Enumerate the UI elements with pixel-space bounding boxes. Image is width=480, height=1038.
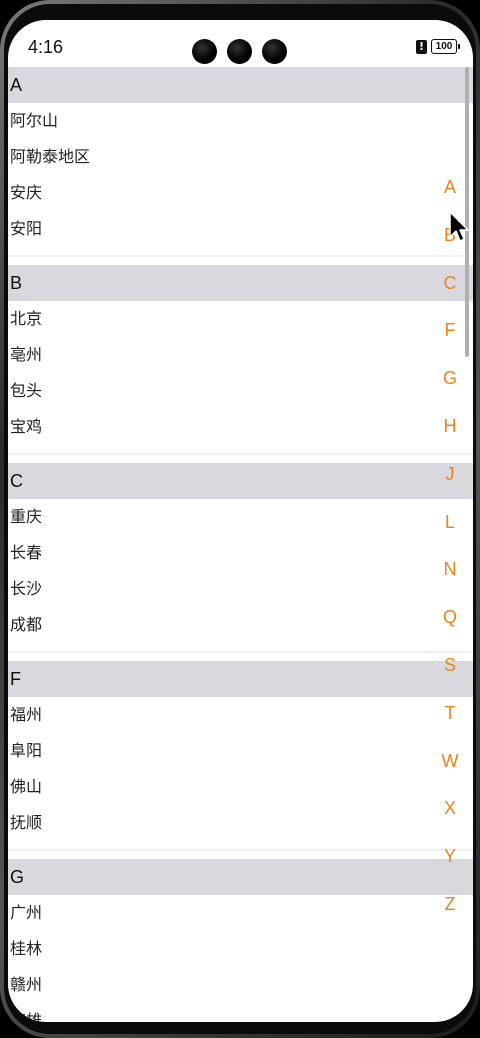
index-letter-s[interactable]: S — [430, 651, 470, 699]
city-list-item[interactable]: 长沙 — [8, 571, 473, 607]
city-list-item[interactable]: 成都 — [8, 607, 473, 643]
index-letter-y[interactable]: Y — [430, 842, 470, 890]
city-list-item[interactable]: 阿勒泰地区 — [8, 139, 473, 175]
city-list-item[interactable]: 抚顺 — [8, 805, 473, 841]
index-letter-z[interactable]: Z — [430, 890, 470, 938]
battery-icon: 100 — [431, 39, 460, 54]
city-list-item[interactable]: 福州 — [8, 697, 473, 733]
index-letter-c[interactable]: C — [430, 269, 470, 317]
section-a: A 阿尔山 阿勒泰地区 安庆 安阳 — [8, 67, 473, 257]
city-list-item[interactable]: 亳州 — [8, 337, 473, 373]
screen: 4:16 ! 100 A 阿尔山 阿勒泰地区 安庆 安阳 B 北京 亳州 包头 宝鸡 C 重庆 长春 长沙… — [8, 20, 473, 1022]
section-header: G — [8, 859, 473, 895]
city-list-item[interactable]: 安阳 — [8, 211, 473, 247]
index-letter-h[interactable]: H — [430, 412, 470, 460]
section-header: B — [8, 265, 473, 301]
phone-frame: 4:16 ! 100 A 阿尔山 阿勒泰地区 安庆 安阳 B 北京 亳州 包头 宝鸡 C 重庆 长春 长沙… — [0, 0, 480, 1038]
camera-lens-icon — [227, 39, 252, 64]
index-letter-j[interactable]: J — [430, 460, 470, 508]
city-list-item[interactable]: 北京 — [8, 301, 473, 337]
city-list-item[interactable]: 阜阳 — [8, 733, 473, 769]
section-divider — [8, 445, 473, 455]
alphabet-index-bar[interactable]: ABCFGHJLNQSTWXYZ — [430, 173, 470, 938]
city-list-item[interactable]: 宝鸡 — [8, 409, 473, 445]
camera-lens-icon — [192, 39, 217, 64]
index-letter-t[interactable]: T — [430, 699, 470, 747]
section-divider — [8, 643, 473, 653]
status-bar: 4:16 ! 100 — [8, 20, 473, 68]
status-icons: ! 100 — [416, 39, 460, 54]
mouse-pointer-icon — [449, 211, 469, 242]
section-header: A — [8, 67, 473, 103]
battery-level: 100 — [435, 41, 453, 52]
city-list-item[interactable]: 桂林 — [8, 931, 473, 967]
city-list-item[interactable]: 阿尔山 — [8, 103, 473, 139]
status-time: 4:16 — [28, 37, 64, 57]
index-letter-l[interactable]: L — [430, 508, 470, 556]
index-letter-n[interactable]: N — [430, 555, 470, 603]
section-divider — [8, 841, 473, 851]
city-list-item[interactable]: 长春 — [8, 535, 473, 571]
index-letter-w[interactable]: W — [430, 747, 470, 795]
section-c: C 重庆 长春 长沙 成都 — [8, 463, 473, 653]
city-list-item[interactable]: 高雄 — [8, 1003, 473, 1022]
city-list-item[interactable]: 安庆 — [8, 175, 473, 211]
index-letter-f[interactable]: F — [430, 316, 470, 364]
section-divider — [8, 247, 473, 257]
index-letter-x[interactable]: X — [430, 794, 470, 842]
section-f: F 福州 阜阳 佛山 抚顺 — [8, 661, 473, 851]
city-list-item[interactable]: 赣州 — [8, 967, 473, 1003]
index-letter-q[interactable]: Q — [430, 603, 470, 651]
section-header: C — [8, 463, 473, 499]
city-list-item[interactable]: 佛山 — [8, 769, 473, 805]
section-g: G 广州 桂林 赣州 高雄 — [8, 859, 473, 1022]
section-b: B 北京 亳州 包头 宝鸡 — [8, 265, 473, 455]
section-header: F — [8, 661, 473, 697]
city-list-item[interactable]: 包头 — [8, 373, 473, 409]
camera-lens-icon — [262, 39, 287, 64]
index-letter-g[interactable]: G — [430, 364, 470, 412]
city-list-item[interactable]: 重庆 — [8, 499, 473, 535]
city-list-item[interactable]: 广州 — [8, 895, 473, 931]
city-list[interactable]: A 阿尔山 阿勒泰地区 安庆 安阳 B 北京 亳州 包头 宝鸡 C 重庆 长春 长沙 成都 F 福州 阜阳 佛山 抚顺… — [8, 67, 473, 1022]
alert-icon: ! — [416, 39, 427, 54]
